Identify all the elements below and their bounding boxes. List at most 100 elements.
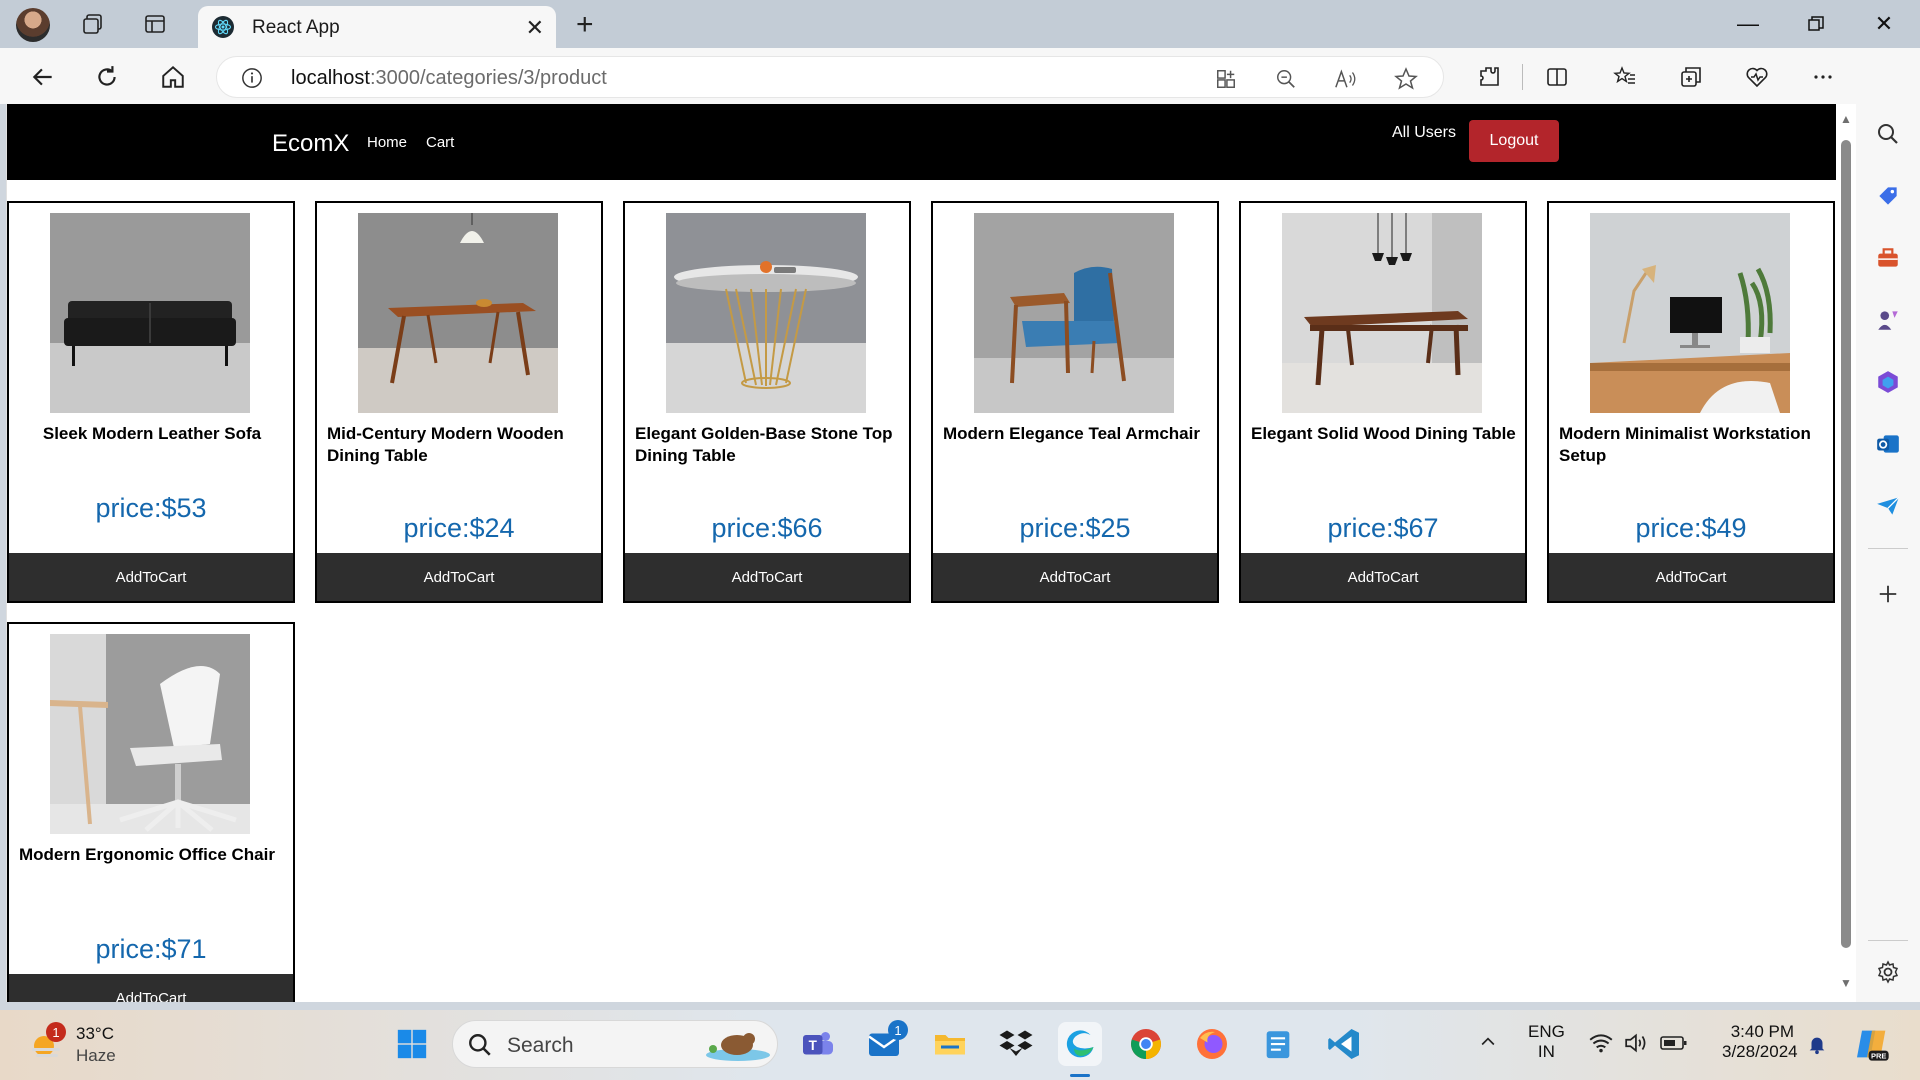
new-tab-button[interactable]: + xyxy=(576,8,594,42)
product-image[interactable] xyxy=(50,634,250,834)
product-name: Mid-Century Modern Wooden Dining Table xyxy=(327,424,564,465)
split-screen-icon[interactable] xyxy=(1540,60,1574,94)
region-code: IN xyxy=(1537,1042,1555,1061)
profile-avatar[interactable] xyxy=(16,8,50,42)
notepad-icon[interactable] xyxy=(1256,1022,1300,1066)
weather-widget[interactable]: 1 33°C Haze xyxy=(28,1022,148,1068)
add-to-cart-button[interactable]: AddToCart xyxy=(9,974,293,1002)
language-code: ENG xyxy=(1528,1022,1565,1041)
svg-text:PRE: PRE xyxy=(1871,1051,1886,1060)
app-available-icon[interactable] xyxy=(1213,66,1239,92)
url-host: localhost xyxy=(291,67,370,89)
zoom-out-icon[interactable] xyxy=(1273,66,1299,92)
windows-taskbar: 1 33°C Haze Search T 1 ENG IN 3:40 PM 3/… xyxy=(0,1010,1920,1080)
product-price: price:$67 xyxy=(1327,513,1439,543)
chrome-icon[interactable] xyxy=(1124,1022,1168,1066)
product-name: Modern Minimalist Workstation Setup xyxy=(1559,424,1811,465)
all-users-link[interactable]: All Users xyxy=(1392,124,1456,142)
product-image[interactable] xyxy=(50,213,250,413)
taskbar-search-label: Search xyxy=(507,1034,574,1057)
wifi-icon[interactable] xyxy=(1588,1032,1614,1059)
react-favicon-icon xyxy=(212,16,234,38)
teams-app-icon[interactable]: T xyxy=(796,1022,840,1066)
clock-time: 3:40 PM xyxy=(1730,1022,1794,1041)
copilot-taskbar-icon[interactable]: PRE xyxy=(1852,1024,1892,1069)
product-name: Elegant Golden-Base Stone Top Dining Tab… xyxy=(635,424,893,465)
page-scrollbar[interactable]: ▲ ▼ xyxy=(1836,104,1856,1002)
workspaces-icon[interactable] xyxy=(78,10,108,38)
home-icon[interactable] xyxy=(156,60,190,94)
minimize-button[interactable]: — xyxy=(1728,8,1768,40)
more-menu-icon[interactable] xyxy=(1806,60,1840,94)
active-tab[interactable]: React App ✕ xyxy=(198,6,556,48)
add-to-cart-button[interactable]: AddToCart xyxy=(625,553,909,601)
add-to-cart-button[interactable]: AddToCart xyxy=(9,553,293,601)
product-image[interactable] xyxy=(1590,213,1790,413)
sidebar-drop-icon[interactable] xyxy=(1872,490,1904,522)
close-window-button[interactable]: ✕ xyxy=(1864,8,1904,40)
browser-tab-bar: React App ✕ + — ✕ xyxy=(0,0,1920,48)
show-hidden-icons-chevron-icon[interactable] xyxy=(1478,1032,1498,1057)
favorite-star-icon[interactable] xyxy=(1393,66,1419,92)
add-to-cart-button[interactable]: AddToCart xyxy=(317,553,601,601)
search-highlight-icon xyxy=(703,1027,773,1068)
sidebar-search-icon[interactable] xyxy=(1872,118,1904,150)
logout-button[interactable]: Logout xyxy=(1469,120,1559,162)
vertical-tabs-icon[interactable] xyxy=(140,10,170,38)
product-image[interactable] xyxy=(666,213,866,413)
scrollbar-thumb[interactable] xyxy=(1841,140,1851,948)
system-clock[interactable]: 3:40 PM 3/28/2024 xyxy=(1722,1022,1798,1062)
sidebar-games-icon[interactable] xyxy=(1872,304,1904,336)
close-tab-icon[interactable]: ✕ xyxy=(526,15,544,41)
scroll-up-arrow-icon[interactable]: ▲ xyxy=(1840,112,1852,126)
nav-cart-link[interactable]: Cart xyxy=(426,134,454,151)
product-image[interactable] xyxy=(1282,213,1482,413)
volume-icon[interactable] xyxy=(1624,1032,1650,1059)
edge-browser-icon[interactable] xyxy=(1058,1022,1102,1066)
toolbar-divider xyxy=(1522,64,1523,90)
sidebar-settings-icon[interactable] xyxy=(1872,956,1904,988)
brand-logo[interactable]: EcomX xyxy=(272,130,349,158)
sidebar-outlook-icon[interactable] xyxy=(1872,428,1904,460)
add-to-cart-button[interactable]: AddToCart xyxy=(1549,553,1833,601)
sidebar-m365-icon[interactable] xyxy=(1872,366,1904,398)
windows-start-icon[interactable] xyxy=(390,1022,434,1066)
add-to-cart-button[interactable]: AddToCart xyxy=(1241,553,1525,601)
refresh-icon[interactable] xyxy=(90,60,124,94)
nav-home-link[interactable]: Home xyxy=(367,134,407,151)
address-bar[interactable]: localhost:3000/categories/3/product xyxy=(216,56,1444,98)
collections-icon[interactable] xyxy=(1674,60,1708,94)
clock-date: 3/28/2024 xyxy=(1722,1042,1798,1061)
firefox-icon[interactable] xyxy=(1190,1022,1234,1066)
restore-button[interactable] xyxy=(1796,8,1836,40)
back-icon[interactable] xyxy=(26,60,60,94)
site-navbar: EcomX Home Cart All Users Logout xyxy=(7,104,1836,180)
read-aloud-icon[interactable] xyxy=(1333,66,1359,92)
battery-icon[interactable] xyxy=(1660,1034,1688,1057)
sidebar-shopping-icon[interactable] xyxy=(1872,180,1904,212)
vscode-icon[interactable] xyxy=(1322,1022,1366,1066)
product-name: Modern Elegance Teal Armchair xyxy=(943,424,1200,443)
sidebar-divider xyxy=(1868,940,1908,941)
sidebar-tools-icon[interactable] xyxy=(1872,242,1904,274)
file-explorer-icon[interactable] xyxy=(928,1022,972,1066)
favorites-icon[interactable] xyxy=(1608,60,1642,94)
sidebar-add-icon[interactable] xyxy=(1872,578,1904,610)
add-to-cart-button[interactable]: AddToCart xyxy=(933,553,1217,601)
product-image[interactable] xyxy=(974,213,1174,413)
edge-sidebar xyxy=(1856,48,1920,1002)
notification-bell-icon[interactable] xyxy=(1806,1032,1828,1061)
taskbar-search-box[interactable]: Search xyxy=(452,1020,778,1068)
site-info-icon[interactable] xyxy=(241,67,263,94)
tab-title: React App xyxy=(252,17,340,38)
sidebar-divider xyxy=(1868,548,1908,549)
product-image[interactable] xyxy=(358,213,558,413)
extensions-icon[interactable] xyxy=(1472,60,1506,94)
scroll-down-arrow-icon[interactable]: ▼ xyxy=(1840,976,1852,990)
dropbox-icon[interactable] xyxy=(994,1022,1038,1066)
url-path: :3000/categories/3/product xyxy=(369,67,607,89)
product-card: Elegant Golden-Base Stone Top Dining Tab… xyxy=(623,201,911,603)
browser-essentials-icon[interactable] xyxy=(1740,60,1774,94)
language-indicator[interactable]: ENG IN xyxy=(1528,1022,1565,1062)
url-text[interactable]: localhost:3000/categories/3/product xyxy=(291,67,607,90)
